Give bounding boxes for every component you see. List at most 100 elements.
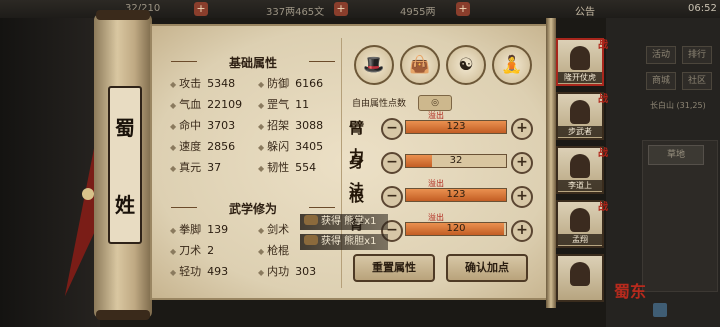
menu-ranking[interactable]: 排行 [682, 46, 712, 64]
stat-row: ◆ 招架 3088 [258, 117, 323, 133]
stat-row: ◆ 真元 37 [170, 159, 221, 175]
money-value: 337两465文 [266, 7, 325, 18]
name-char-2: 姓 [115, 193, 135, 217]
panel-divider [341, 38, 342, 288]
bear-paw-icon [304, 215, 318, 225]
name-char-1: 蜀 [115, 116, 135, 140]
menu-shop[interactable]: 商城 [646, 72, 676, 90]
stat-label: 防御 [267, 77, 290, 90]
team-portrait[interactable]: 隆开仗虎 战 [556, 38, 608, 86]
stat-value: 11 [295, 98, 310, 111]
diamond-icon: ◆ [170, 268, 177, 277]
team-portrait[interactable]: 步武者 战 [556, 92, 608, 140]
stat-value: 3703 [207, 119, 236, 132]
stat-row: ◆ 攻击 5348 [170, 75, 235, 91]
diamond-icon: ◆ [170, 226, 177, 235]
menu-community[interactable]: 社区 [682, 72, 712, 90]
diamond-icon: ◆ [258, 101, 265, 110]
attribute-name: 身法 [349, 153, 365, 199]
diamond-icon: ◆ [170, 122, 177, 131]
character-portrait-icon [570, 154, 590, 178]
toast-text: 获得 熊掌x1 [321, 216, 377, 227]
diamond-icon: ◆ [170, 164, 177, 173]
diamond-icon: ◆ [258, 143, 265, 152]
gold-value: 4955两 [400, 7, 436, 18]
stat-label: 韧性 [267, 161, 290, 174]
minus-button[interactable]: − [381, 118, 403, 140]
stat-label: 命中 [179, 119, 202, 132]
plus-button[interactable]: + [511, 186, 533, 208]
diamond-icon: ◆ [258, 80, 265, 89]
scroll-cap-bottom [96, 310, 150, 320]
martial-label: 枪棍 [267, 244, 290, 257]
diamond-icon: ◆ [170, 143, 177, 152]
martial-row: ◆ 拳脚 139 [170, 221, 228, 237]
basic-attributes-title: 基础属性 [171, 54, 335, 71]
yinyang-icon[interactable]: ☯ [446, 45, 486, 85]
diamond-icon: ◆ [170, 80, 177, 89]
battle-badge: 战 [598, 202, 608, 213]
character-portrait-icon [570, 46, 590, 70]
money-plus-button[interactable]: + [334, 2, 348, 16]
team-portrait[interactable] [556, 254, 604, 302]
martial-row: ◆ 刀术 2 [170, 242, 214, 258]
plus-button[interactable]: + [511, 118, 533, 140]
menu-activity[interactable]: 活动 [646, 46, 676, 64]
scroll-cap-top [96, 10, 150, 20]
martial-row: ◆ 轻功 493 [170, 263, 228, 279]
confirm-points-button[interactable]: 确认加点 [446, 254, 528, 282]
diamond-icon: ◆ [258, 268, 265, 277]
diamond-icon: ◆ [258, 226, 265, 235]
martial-label: 内功 [267, 265, 290, 278]
martial-row: ◆ 枪棍 [258, 242, 295, 258]
attribute-bar: 123 [405, 188, 507, 202]
character-portrait-icon [570, 262, 590, 286]
stat-value: 554 [295, 161, 317, 174]
character-name-tag: 蜀 姓 [108, 86, 142, 244]
reset-attributes-button[interactable]: 重置属性 [353, 254, 435, 282]
attribute-value: 32 [449, 155, 463, 166]
diamond-icon: ◆ [170, 247, 177, 256]
stat-value: 3088 [295, 119, 324, 132]
settings-icon[interactable] [653, 303, 667, 317]
minus-button[interactable]: − [381, 186, 403, 208]
portrait-name: 孟翔 [558, 234, 602, 245]
attribute-bar: 32 [405, 154, 507, 168]
martial-value: 139 [207, 223, 229, 236]
stat-label: 罡气 [267, 98, 290, 111]
martial-label: 轻功 [179, 265, 202, 278]
stat-row: ◆ 罡气 11 [258, 96, 309, 112]
stamina-plus-button[interactable]: + [194, 2, 208, 16]
map-tab-grass[interactable]: 草地 [648, 145, 704, 165]
plus-button[interactable]: + [511, 152, 533, 174]
team-portrait[interactable]: 李道上 战 [556, 146, 608, 194]
announce-link[interactable]: 公告 [575, 3, 595, 18]
attribute-bar: 123 [405, 120, 507, 134]
martial-label: 刀术 [179, 244, 202, 257]
stat-row: ◆ 韧性 554 [258, 159, 316, 175]
bear-gall-icon [304, 235, 318, 245]
clock: 06:52 [688, 3, 717, 14]
stat-value: 6166 [295, 77, 324, 90]
diamond-icon: ◆ [170, 101, 177, 110]
martial-value: 303 [295, 265, 317, 278]
attribute-name: 根骨 [349, 187, 365, 233]
martial-row: ◆ 剑术 [258, 221, 295, 237]
plus-button[interactable]: + [511, 220, 533, 242]
team-portrait[interactable]: 孟翔 战 [556, 200, 608, 248]
bag-icon[interactable]: 👜 [400, 45, 440, 85]
right-scroll-roll [546, 18, 556, 308]
hat-icon[interactable]: 🎩 [354, 45, 394, 85]
battle-badge: 战 [598, 40, 608, 51]
stat-value: 2856 [207, 140, 236, 153]
stat-label: 攻击 [179, 77, 202, 90]
minus-button[interactable]: − [381, 152, 403, 174]
gold-plus-button[interactable]: + [456, 2, 470, 16]
loot-toast: 获得 熊掌x1 [300, 214, 388, 230]
stat-row: ◆ 气血 22109 [170, 96, 242, 112]
body-icon[interactable]: 🧘 [492, 45, 532, 85]
stat-label: 速度 [179, 140, 202, 153]
free-points-value: ◎ [418, 95, 452, 111]
portrait-name: 步武者 [558, 126, 602, 137]
diamond-icon: ◆ [258, 122, 265, 131]
